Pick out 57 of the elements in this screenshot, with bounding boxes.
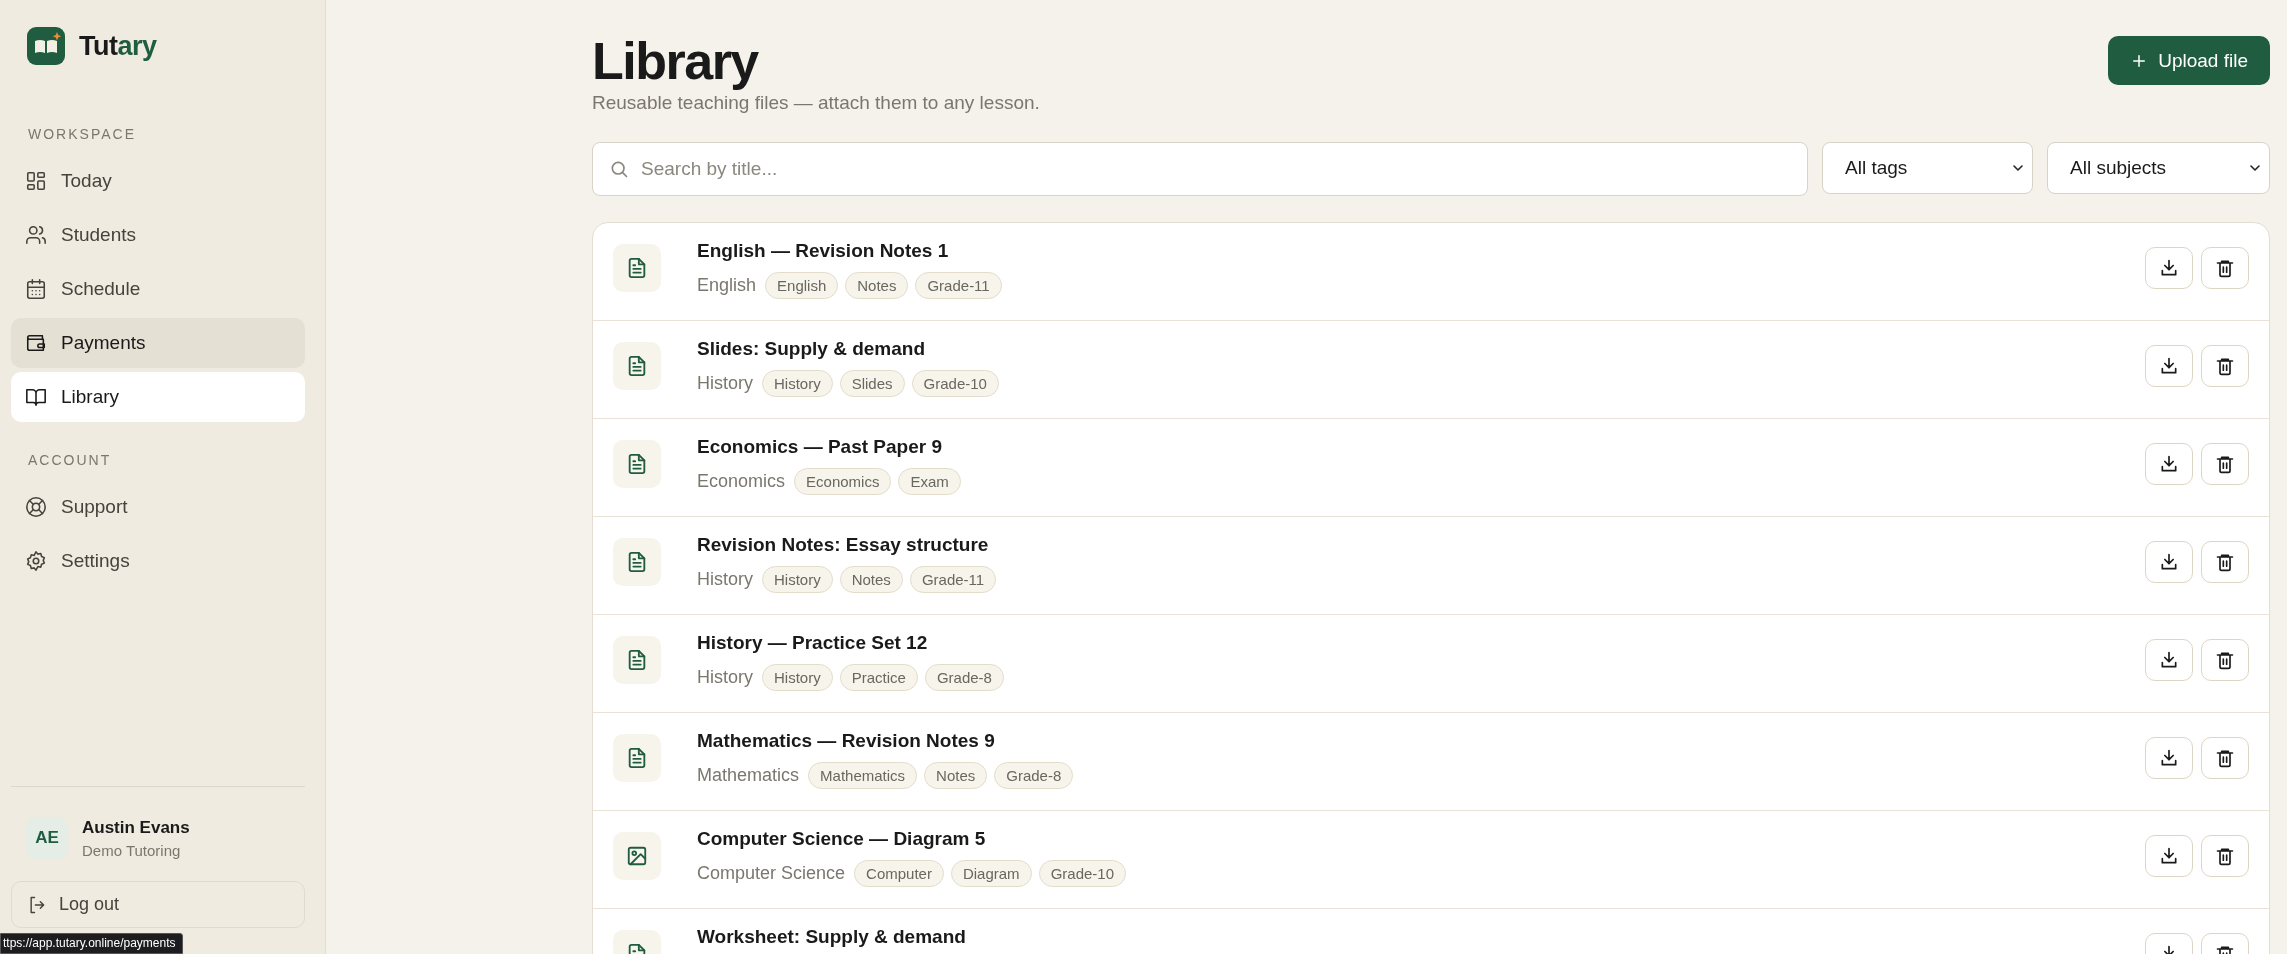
nav-item[interactable]: Payments bbox=[11, 318, 305, 368]
tag: Notes bbox=[839, 566, 903, 593]
section-heading: ACCOUNT bbox=[27, 452, 113, 468]
nav-item[interactable]: Today bbox=[11, 156, 305, 206]
logout-button[interactable]: Log out bbox=[11, 881, 305, 928]
brand-name: Tutary bbox=[79, 30, 157, 62]
file-title: Economics — Past Paper 9 bbox=[697, 436, 943, 458]
search-input[interactable]: Search by title... bbox=[641, 158, 1791, 180]
tag: Economics bbox=[794, 468, 892, 495]
tag: Grade-11 bbox=[915, 272, 1002, 299]
tag: English bbox=[765, 272, 839, 299]
tag: Grade-8 bbox=[994, 762, 1074, 789]
tag: Grade-11 bbox=[909, 566, 997, 593]
file-subject: History bbox=[697, 667, 753, 688]
file-subject: History bbox=[697, 569, 753, 590]
file-subject: Computer Science bbox=[697, 863, 846, 884]
file-title: English — Revision Notes 1 bbox=[697, 240, 950, 262]
file-title: Mathematics — Revision Notes 9 bbox=[697, 730, 996, 752]
tag: History bbox=[762, 664, 833, 691]
file-title: Slides: Supply & demand bbox=[697, 338, 927, 360]
tag: Notes bbox=[845, 272, 909, 299]
nav-item[interactable]: Settings bbox=[11, 536, 305, 586]
file-subject: History bbox=[697, 373, 753, 394]
search-field[interactable]: Search by title... bbox=[592, 142, 1808, 196]
tag: History bbox=[762, 370, 833, 397]
page-title: Library bbox=[592, 31, 760, 92]
page-subtitle: Reusable teaching files — attach them to any lesson. bbox=[592, 92, 1040, 114]
section-heading: WORKSPACE bbox=[27, 126, 137, 142]
file-subject: Mathematics bbox=[697, 765, 800, 786]
file-title: Revision Notes: Essay structure bbox=[697, 534, 990, 556]
nav-item[interactable]: Students bbox=[11, 210, 305, 260]
user-avatar: AE bbox=[26, 817, 68, 859]
tag: Grade-8 bbox=[924, 664, 1004, 691]
user-org: Demo Tutoring bbox=[82, 841, 182, 859]
tag: Computer bbox=[854, 860, 944, 887]
tag: Notes bbox=[924, 762, 988, 789]
tag: Grade-10 bbox=[911, 370, 999, 397]
nav-item[interactable]: Library bbox=[11, 372, 305, 422]
tag: Mathematics bbox=[808, 762, 918, 789]
upload-button[interactable]: Upload file bbox=[2108, 36, 2270, 85]
tag: Grade-10 bbox=[1038, 860, 1126, 887]
status-url: ttps://app.tutary.online/payments bbox=[0, 933, 183, 954]
nav-item[interactable]: Schedule bbox=[11, 264, 305, 314]
tag: Slides bbox=[839, 370, 905, 397]
tag: Practice bbox=[839, 664, 918, 691]
file-subject: Economics bbox=[697, 471, 786, 492]
file-title: History — Practice Set 12 bbox=[697, 632, 929, 654]
file-title: Worksheet: Supply & demand bbox=[697, 926, 967, 948]
nav-item[interactable]: Support bbox=[11, 482, 305, 532]
file-title: Computer Science — Diagram 5 bbox=[697, 828, 987, 850]
tag: Diagram bbox=[950, 860, 1032, 887]
tag-filter[interactable]: All tags bbox=[1822, 142, 2033, 194]
tag: Exam bbox=[898, 468, 961, 495]
subject-filter[interactable]: All subjects bbox=[2047, 142, 2270, 194]
tag: History bbox=[762, 566, 833, 593]
user-name: Austin Evans bbox=[82, 817, 190, 838]
file-subject: English bbox=[697, 275, 757, 296]
